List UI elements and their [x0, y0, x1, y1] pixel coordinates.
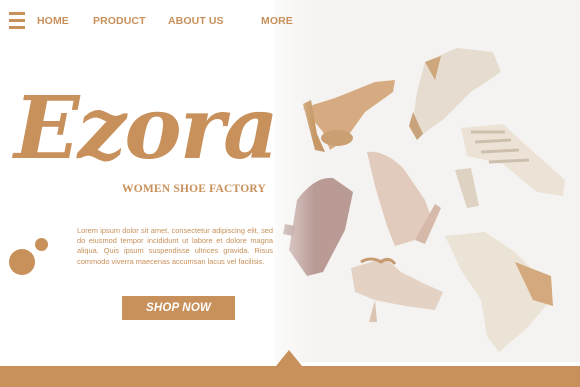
shop-now-button[interactable]: SHOP NOW	[122, 296, 235, 320]
ruffle-sandal-image	[351, 257, 443, 322]
nav-more[interactable]: MORE	[261, 15, 293, 27]
landing-page: HOME PRODUCT ABOUT US MORE Ezora WOMEN S…	[0, 0, 580, 387]
description-text: Lorem ipsum dolor sit amet, consectetur …	[77, 226, 273, 266]
shoes-illustration	[283, 48, 565, 352]
nav-about-us[interactable]: ABOUT US	[168, 15, 224, 27]
lace-up-heels-image	[455, 124, 565, 208]
nav-product[interactable]: PRODUCT	[93, 15, 146, 27]
decorative-dot-small	[35, 238, 48, 251]
hamburger-menu-icon[interactable]	[9, 12, 25, 30]
bottom-bar-notch	[276, 350, 302, 366]
nav-home[interactable]: HOME	[37, 15, 69, 27]
tan-sandal-image	[303, 80, 395, 152]
brand-logo: Ezora	[14, 78, 279, 179]
bottom-bar	[0, 366, 580, 387]
pink-pump-image	[367, 151, 441, 246]
photo-fade	[255, 0, 315, 362]
cream-ankle-boot-image	[445, 232, 553, 352]
decorative-dot-large	[9, 249, 35, 275]
tagline: WOMEN SHOE FACTORY	[122, 183, 266, 195]
